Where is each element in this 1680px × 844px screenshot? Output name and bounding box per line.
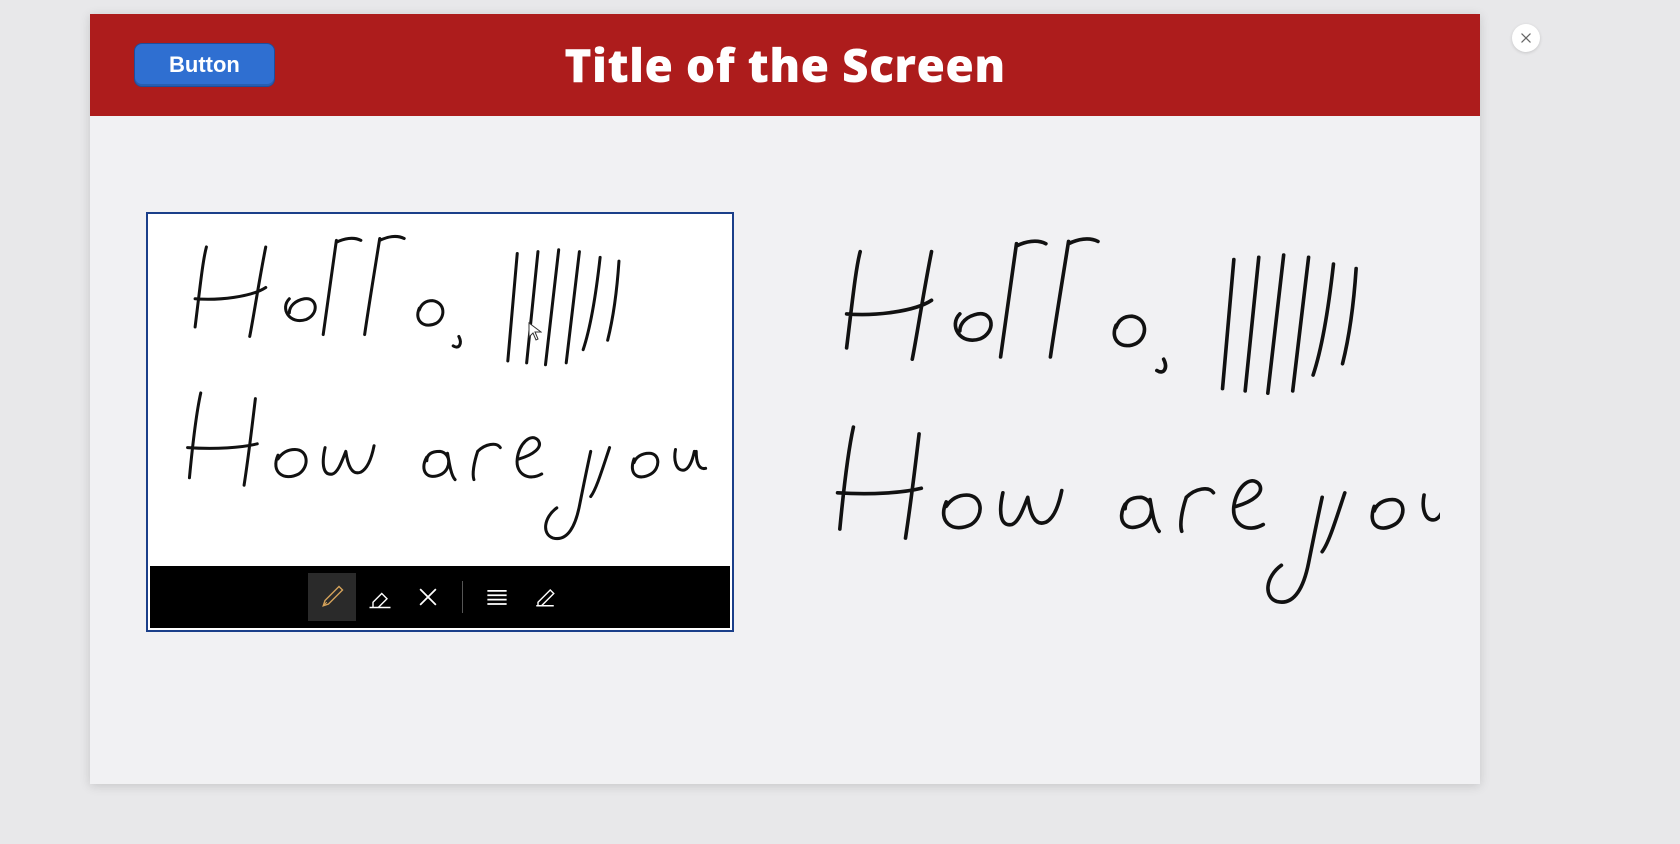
- eraser-tool-button[interactable]: [356, 573, 404, 621]
- signature-pad[interactable]: [146, 212, 734, 632]
- content-area: [90, 116, 1480, 784]
- signature-preview: [790, 212, 1440, 632]
- ink-to-text-tool-button[interactable]: [521, 573, 569, 621]
- app-root: Button Title of the Screen: [0, 0, 1680, 844]
- title-bar: Button Title of the Screen: [90, 14, 1480, 116]
- signature-toolbar: [150, 566, 730, 628]
- pen-icon: [318, 583, 346, 611]
- header-button[interactable]: Button: [134, 43, 275, 87]
- lines-icon: [483, 583, 511, 611]
- page-title: Title of the Screen: [564, 34, 1005, 96]
- x-icon: [414, 583, 442, 611]
- pen-tool-button[interactable]: [308, 573, 356, 621]
- close-button[interactable]: [1512, 24, 1540, 52]
- clear-tool-button[interactable]: [404, 573, 452, 621]
- main-panel: Button Title of the Screen: [90, 14, 1480, 784]
- eraser-icon: [366, 583, 394, 611]
- close-icon: [1519, 31, 1533, 45]
- guidelines-tool-button[interactable]: [473, 573, 521, 621]
- edit-icon: [531, 583, 559, 611]
- toolbar-divider: [462, 581, 463, 613]
